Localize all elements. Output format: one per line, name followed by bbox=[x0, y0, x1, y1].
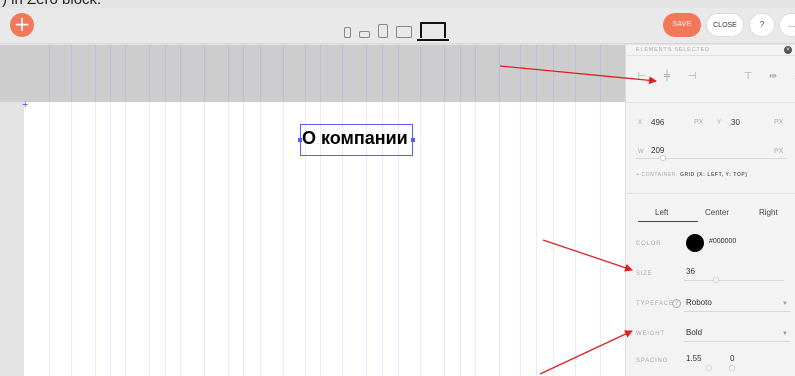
grid-column-line bbox=[125, 45, 126, 376]
tab-left[interactable]: Left bbox=[655, 208, 668, 217]
alignment-toolbar: ⊢ ╪ ⊣ ⊤ ⇹ ⊥ bbox=[636, 71, 795, 82]
width-slider-track[interactable] bbox=[636, 158, 786, 159]
container-value[interactable]: GRID (X: LEFT, Y: TOP) bbox=[680, 172, 748, 178]
grid-column-line bbox=[149, 45, 150, 376]
more-button[interactable]: ... bbox=[779, 13, 795, 37]
width-input[interactable]: 209 bbox=[651, 146, 664, 155]
grid-column-line bbox=[320, 45, 321, 376]
tab-right[interactable]: Right bbox=[759, 208, 778, 217]
grid-column-line bbox=[366, 45, 367, 376]
color-swatch[interactable] bbox=[686, 234, 704, 252]
grid-column-line bbox=[536, 45, 537, 376]
grid-column-line bbox=[71, 45, 72, 376]
grid-column-line bbox=[243, 45, 244, 376]
letter-spacing-knob[interactable] bbox=[729, 365, 735, 371]
tablet-landscape-icon[interactable] bbox=[396, 26, 412, 38]
weight-select[interactable]: Bold bbox=[686, 328, 702, 337]
weight-underline bbox=[684, 341, 790, 342]
grid-column-line bbox=[180, 45, 181, 376]
panel-title: ELEMENTS SELECTED bbox=[636, 47, 710, 53]
desktop-icon[interactable] bbox=[417, 22, 449, 41]
color-value-input[interactable]: #000000 bbox=[709, 238, 736, 245]
align-middle-vertical-icon[interactable]: ⇹ bbox=[767, 71, 779, 82]
typeface-underline bbox=[684, 311, 790, 312]
size-label: SIZE bbox=[636, 271, 653, 277]
typeface-label: TYPEFACE bbox=[636, 301, 674, 307]
grid-column-line bbox=[520, 45, 521, 376]
phone-landscape-icon[interactable] bbox=[359, 31, 370, 38]
resize-handle-right[interactable] bbox=[411, 138, 415, 142]
grid-column-line bbox=[228, 45, 229, 376]
x-input[interactable]: 496 bbox=[651, 118, 664, 127]
grid-column-line bbox=[398, 45, 399, 376]
active-tab-indicator bbox=[638, 221, 698, 222]
letter-spacing-input[interactable]: 0 bbox=[730, 354, 734, 363]
grid-column-line bbox=[420, 45, 421, 376]
editor-toolbar: + SAVE CLOSE ? ... bbox=[0, 8, 795, 44]
grid-column-line bbox=[553, 45, 554, 376]
grid-column-line bbox=[110, 45, 111, 376]
align-left-icon[interactable]: ⊢ bbox=[636, 71, 648, 82]
add-element-button[interactable]: + bbox=[10, 13, 34, 37]
container-label: + CONTAINER: bbox=[636, 172, 678, 178]
grid-column-line bbox=[305, 45, 306, 376]
color-label: COLOR bbox=[636, 241, 662, 247]
grid-column-line bbox=[260, 45, 261, 376]
grid-column-line bbox=[575, 45, 576, 376]
weight-label: WEIGHT bbox=[636, 331, 665, 337]
spacing-label: SPACING bbox=[636, 358, 669, 364]
size-slider-track[interactable] bbox=[684, 280, 784, 281]
save-button[interactable]: SAVE bbox=[663, 13, 701, 37]
width-slider-knob[interactable] bbox=[660, 155, 666, 161]
artboard-origin-icon: + bbox=[22, 99, 29, 111]
grid-column-line bbox=[49, 45, 50, 376]
chevron-down-icon[interactable]: ▼ bbox=[782, 301, 788, 307]
grid-column-line bbox=[460, 45, 461, 376]
y-input[interactable]: 30 bbox=[731, 118, 740, 127]
text-align-tabs: Left Center Right bbox=[636, 208, 791, 224]
phone-portrait-icon[interactable] bbox=[344, 27, 351, 38]
tablet-portrait-icon[interactable] bbox=[378, 24, 388, 38]
divider bbox=[626, 55, 795, 56]
device-switcher bbox=[344, 14, 449, 41]
size-slider-knob[interactable] bbox=[713, 277, 719, 283]
headline-text-element[interactable]: О компании bbox=[302, 128, 408, 149]
grid-column-line bbox=[283, 45, 284, 376]
align-top-icon[interactable]: ⊤ bbox=[742, 71, 754, 82]
grid-column-line bbox=[95, 45, 96, 376]
line-spacing-knob[interactable] bbox=[706, 365, 712, 371]
help-button[interactable]: ? bbox=[749, 13, 775, 37]
size-input[interactable]: 36 bbox=[686, 267, 695, 276]
help-icon[interactable]: ? bbox=[672, 299, 681, 308]
x-label: X bbox=[638, 120, 643, 126]
y-unit: PX bbox=[774, 119, 784, 126]
align-right-icon[interactable]: ⊣ bbox=[686, 71, 698, 82]
x-unit: PX bbox=[694, 119, 704, 126]
align-center-horizontal-icon[interactable]: ╪ bbox=[661, 71, 673, 82]
divider bbox=[626, 102, 795, 103]
grid-column-line bbox=[600, 45, 601, 376]
w-label: W bbox=[638, 149, 645, 155]
grid-column-line bbox=[475, 45, 476, 376]
line-spacing-input[interactable]: 1.55 bbox=[686, 354, 702, 363]
divider bbox=[626, 193, 795, 194]
editor-screen: ) in Zero block. + SAVE CLOSE ? ... + О … bbox=[0, 0, 795, 376]
grid-column-line bbox=[499, 45, 500, 376]
container-note: + CONTAINER: GRID (X: LEFT, Y: TOP) bbox=[636, 172, 748, 178]
y-label: Y bbox=[717, 120, 722, 126]
chevron-down-icon[interactable]: ▼ bbox=[782, 331, 788, 337]
close-button[interactable]: CLOSE bbox=[706, 13, 744, 37]
element-settings-panel: ELEMENTS SELECTED × ⊢ ╪ ⊣ ⊤ ⇹ ⊥ X 496 PX… bbox=[625, 45, 795, 376]
grid-column-line bbox=[342, 45, 343, 376]
canvas-outer-area bbox=[0, 45, 625, 102]
clipped-caption: ) in Zero block. bbox=[2, 0, 101, 8]
typeface-select[interactable]: Roboto bbox=[686, 298, 712, 307]
w-unit: PX bbox=[774, 148, 784, 155]
grid-column-line bbox=[382, 45, 383, 376]
panel-close-icon[interactable]: × bbox=[784, 46, 792, 54]
tab-center[interactable]: Center bbox=[705, 208, 729, 217]
grid-column-line bbox=[165, 45, 166, 376]
grid-column-line bbox=[204, 45, 205, 376]
grid-column-line bbox=[444, 45, 445, 376]
